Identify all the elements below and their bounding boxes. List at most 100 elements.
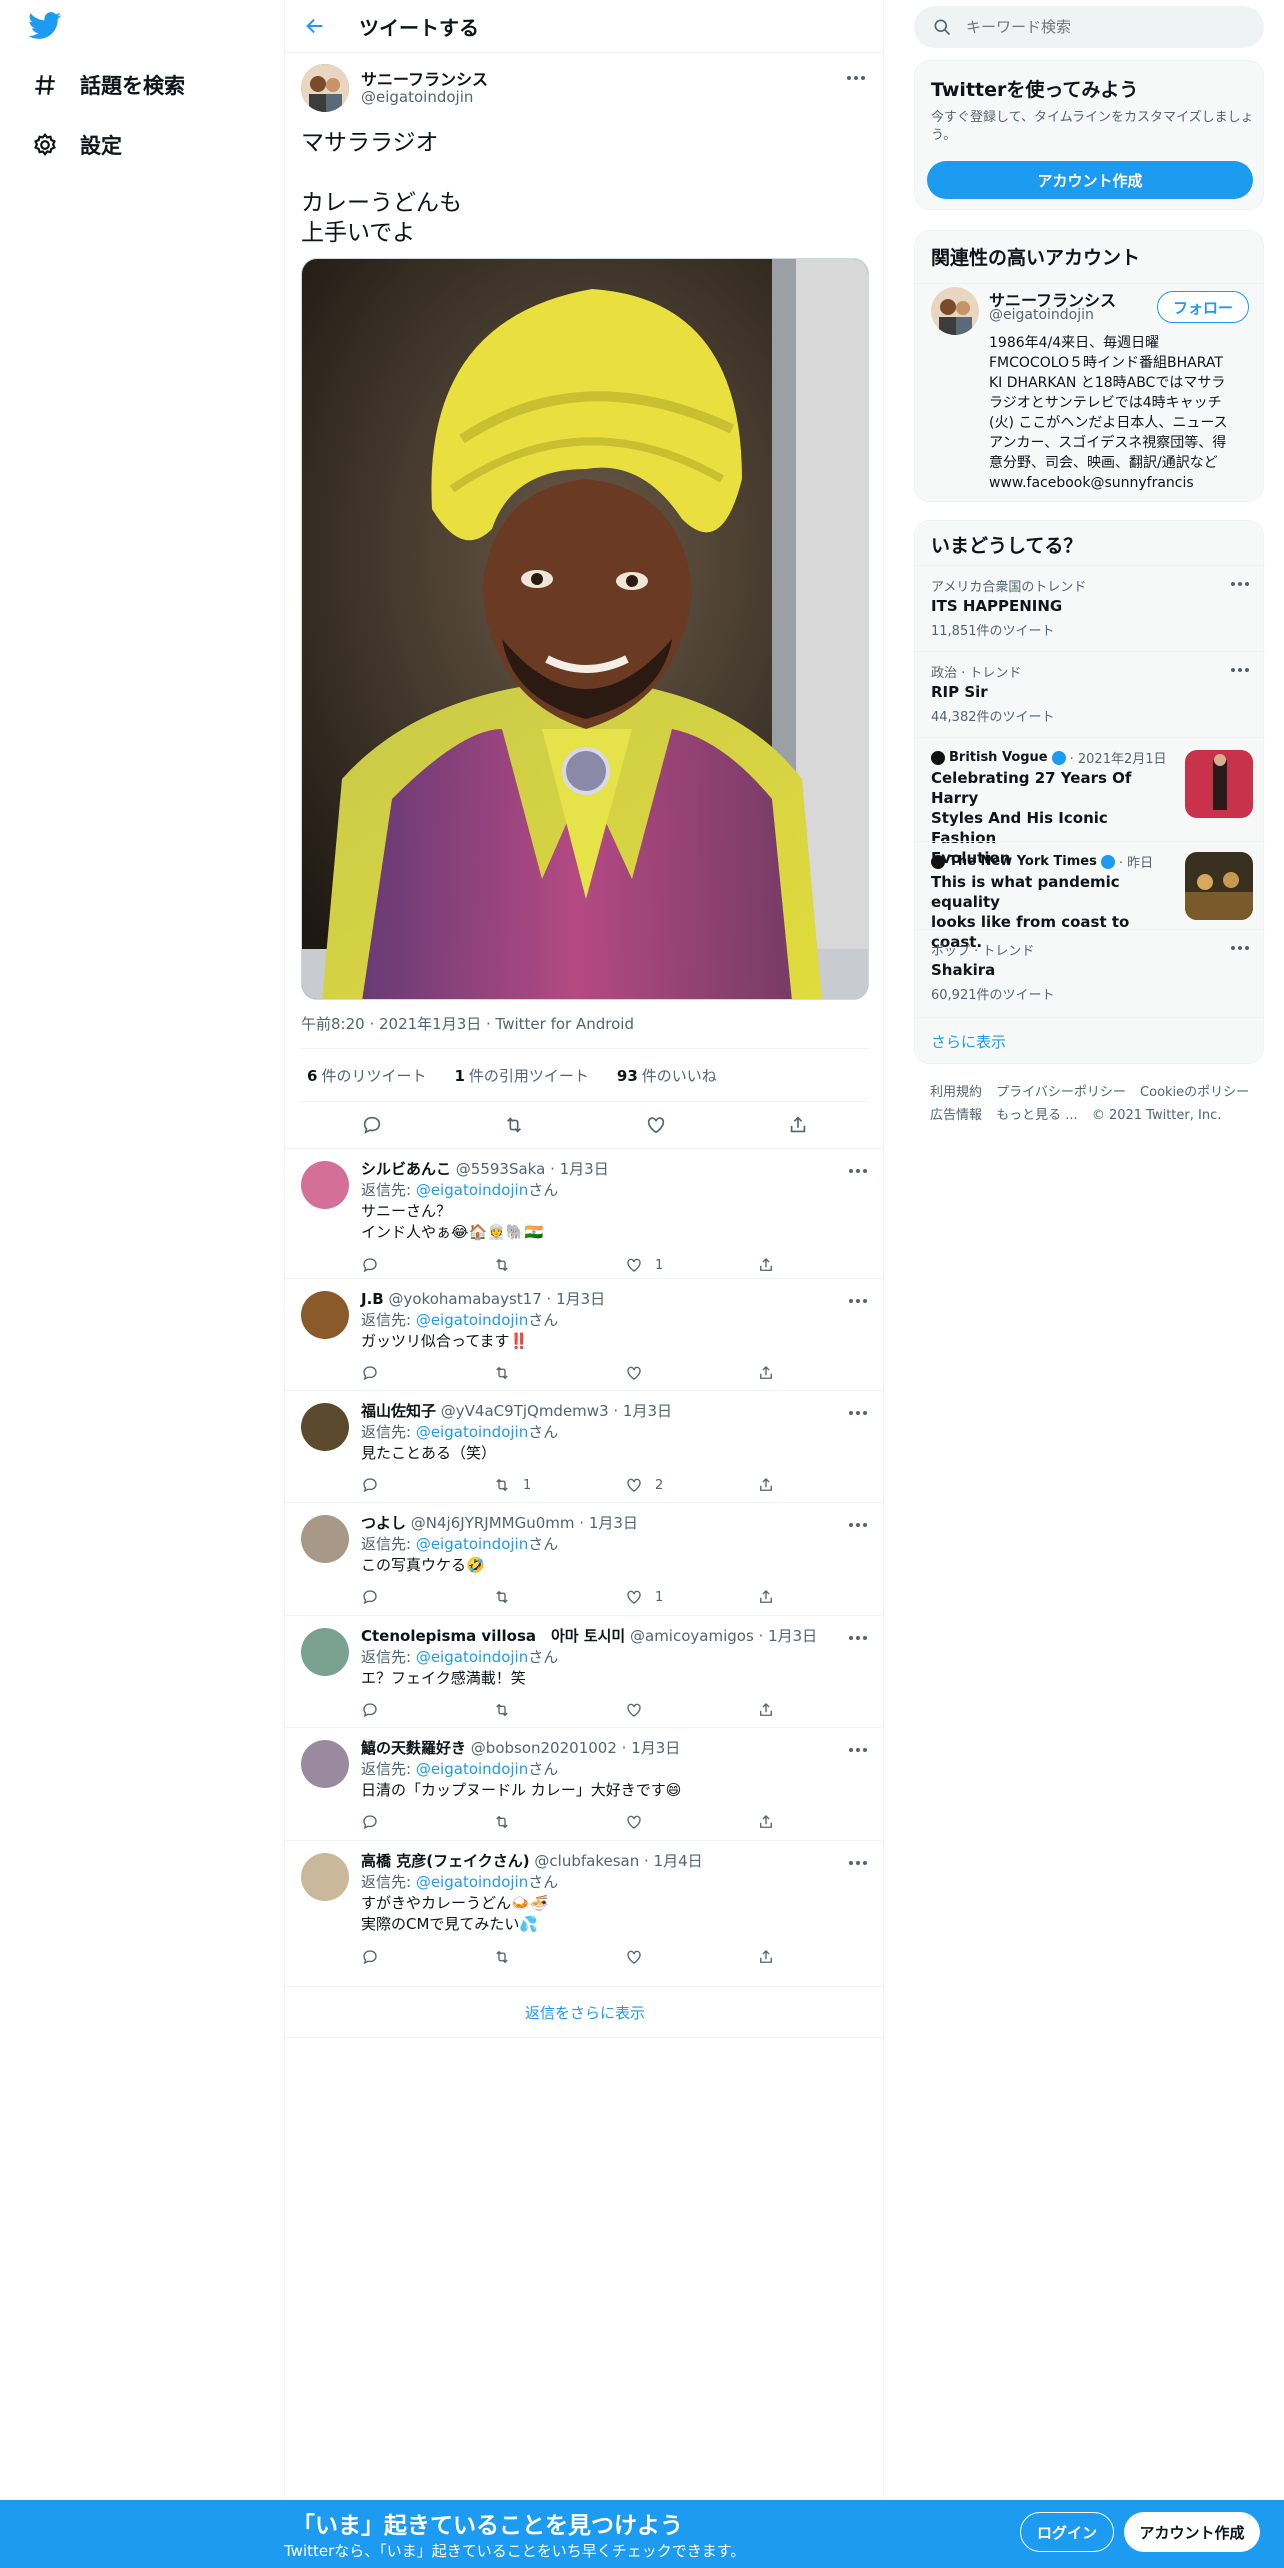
- reply-tweet[interactable]: 高橋 克彦(フェイクさん) @clubfakesan · 1月4日 返信先: @e…: [285, 1840, 885, 1986]
- reply-to-handle[interactable]: @eigatoindojin: [416, 1760, 528, 1778]
- more-options-icon[interactable]: [843, 1403, 873, 1423]
- reply-author-handle[interactable]: @amicoyamigos: [630, 1627, 754, 1645]
- share-icon[interactable]: [757, 1364, 797, 1382]
- reply-author-name[interactable]: Ctenolepisma villosa 아마 토시미: [361, 1627, 625, 1645]
- reply-icon[interactable]: [355, 1108, 389, 1142]
- like-icon[interactable]: [625, 1813, 757, 1831]
- trend-item[interactable]: 政治 · トレンド RIP Sir 44,382件のツイート: [915, 651, 1265, 737]
- reply-tweet[interactable]: シルビあんこ @5593Saka · 1月3日 返信先: @eigatoindoj…: [285, 1148, 885, 1278]
- login-button[interactable]: ログイン: [1020, 2512, 1114, 2552]
- footer-link[interactable]: もっと見る ...: [996, 1108, 1078, 1123]
- reply-icon[interactable]: [361, 1948, 493, 1966]
- trend-item[interactable]: アメリカ合衆国のトレンド ITS HAPPENING 11,851件のツイート: [915, 565, 1265, 651]
- reply-date[interactable]: · 1月4日: [644, 1852, 703, 1870]
- like-icon[interactable]: [625, 1364, 757, 1382]
- reply-icon[interactable]: [361, 1256, 493, 1274]
- retweet-icon[interactable]: [497, 1108, 531, 1142]
- reply-author-name[interactable]: つよし: [361, 1514, 406, 1532]
- reply-avatar[interactable]: [301, 1291, 349, 1339]
- reply-author-name[interactable]: 福山佐知子: [361, 1402, 436, 1420]
- retweet-icon[interactable]: [493, 1701, 625, 1719]
- reply-icon[interactable]: [361, 1588, 493, 1606]
- news-item[interactable]: The New York Times · 昨日 This is what pan…: [915, 841, 1265, 951]
- reply-author-name[interactable]: 鱚の天麩羅好き: [361, 1739, 466, 1757]
- related-avatar[interactable]: [931, 287, 979, 335]
- reply-to-handle[interactable]: @eigatoindojin: [416, 1648, 528, 1666]
- show-more-replies-link[interactable]: 返信をさらに表示: [285, 1986, 885, 2038]
- quotes-stat[interactable]: 1 件の引用ツイート: [454, 1065, 588, 1086]
- trends-show-more-link[interactable]: さらに表示: [931, 1031, 1006, 1052]
- reply-to-handle[interactable]: @eigatoindojin: [416, 1535, 528, 1553]
- follow-button[interactable]: フォロー: [1157, 291, 1249, 323]
- reply-icon[interactable]: [361, 1813, 493, 1831]
- like-icon[interactable]: [639, 1108, 673, 1142]
- like-icon[interactable]: 2: [625, 1476, 757, 1494]
- reply-avatar[interactable]: [301, 1628, 349, 1676]
- reply-date[interactable]: · 1月3日: [550, 1160, 609, 1178]
- reply-author-handle[interactable]: @clubfakesan: [534, 1852, 639, 1870]
- more-options-icon[interactable]: [841, 68, 871, 88]
- reply-tweet[interactable]: 鱚の天麩羅好き @bobson20201002 · 1月3日 返信先: @eiga…: [285, 1727, 885, 1840]
- reply-avatar[interactable]: [301, 1515, 349, 1563]
- reply-author-name[interactable]: 高橋 克彦(フェイクさん): [361, 1852, 530, 1870]
- search-bar[interactable]: [914, 6, 1264, 48]
- share-icon[interactable]: [757, 1476, 797, 1494]
- share-icon[interactable]: [757, 1701, 797, 1719]
- footer-link[interactable]: 広告情報: [930, 1108, 982, 1123]
- footer-link[interactable]: Cookieのポリシー: [1140, 1085, 1249, 1100]
- tweet-timestamp[interactable]: 午前8:20 · 2021年1月3日 · Twitter for Android: [301, 1013, 634, 1034]
- reply-author-handle[interactable]: @yV4aC9TjQmdemw3: [441, 1402, 609, 1420]
- reply-tweet[interactable]: つよし @N4j6JYRJMMGu0mm · 1月3日 返信先: @eigatoi…: [285, 1502, 885, 1615]
- like-icon[interactable]: 1: [625, 1256, 757, 1274]
- share-icon[interactable]: [757, 1256, 797, 1274]
- retweets-stat[interactable]: 6 件のリツイート: [307, 1065, 426, 1086]
- retweet-icon[interactable]: 1: [493, 1476, 625, 1494]
- reply-avatar[interactable]: [301, 1161, 349, 1209]
- more-options-icon[interactable]: [843, 1515, 873, 1535]
- reply-to-handle[interactable]: @eigatoindojin: [416, 1873, 528, 1891]
- more-options-icon[interactable]: [843, 1740, 873, 1760]
- nav-explore[interactable]: 話題を検索: [30, 65, 185, 105]
- more-options-icon[interactable]: [843, 1161, 873, 1181]
- retweet-icon[interactable]: [493, 1588, 625, 1606]
- reply-icon[interactable]: [361, 1364, 493, 1382]
- author-avatar[interactable]: [301, 64, 349, 112]
- reply-tweet[interactable]: Ctenolepisma villosa 아마 토시미 @amicoyamigo…: [285, 1615, 885, 1727]
- back-arrow-icon[interactable]: [295, 6, 335, 46]
- more-options-icon[interactable]: [843, 1291, 873, 1311]
- author-name[interactable]: サニーフランシス: [361, 66, 488, 90]
- likes-stat[interactable]: 93 件のいいね: [617, 1065, 717, 1086]
- more-options-icon[interactable]: [843, 1628, 873, 1648]
- reply-date[interactable]: · 1月3日: [622, 1739, 681, 1757]
- share-icon[interactable]: [757, 1588, 797, 1606]
- retweet-icon[interactable]: [493, 1813, 625, 1831]
- reply-avatar[interactable]: [301, 1853, 349, 1901]
- author-handle[interactable]: @eigatoindojin: [361, 88, 473, 106]
- search-input[interactable]: [966, 18, 1246, 36]
- related-handle[interactable]: @eigatoindojin: [989, 307, 1094, 323]
- more-options-icon[interactable]: [1225, 660, 1255, 680]
- reply-author-handle[interactable]: @N4j6JYRJMMGu0mm: [411, 1514, 575, 1532]
- retweet-icon[interactable]: [493, 1256, 625, 1274]
- reply-avatar[interactable]: [301, 1403, 349, 1451]
- nav-settings[interactable]: 設定: [30, 125, 122, 165]
- reply-to-handle[interactable]: @eigatoindojin: [416, 1423, 528, 1441]
- reply-author-name[interactable]: シルビあんこ: [361, 1160, 451, 1178]
- retweet-icon[interactable]: [493, 1364, 625, 1382]
- reply-tweet[interactable]: 福山佐知子 @yV4aC9TjQmdemw3 · 1月3日 返信先: @eigat…: [285, 1390, 885, 1502]
- share-icon[interactable]: [757, 1948, 797, 1966]
- reply-author-handle[interactable]: @5593Saka: [456, 1160, 546, 1178]
- like-icon[interactable]: [625, 1701, 757, 1719]
- create-account-button[interactable]: アカウント作成: [927, 161, 1253, 199]
- footer-link[interactable]: プライバシーポリシー: [996, 1085, 1126, 1100]
- reply-tweet[interactable]: J.B @yokohamabayst17 · 1月3日 返信先: @eigatoi…: [285, 1278, 885, 1390]
- like-icon[interactable]: 1: [625, 1588, 757, 1606]
- reply-to-handle[interactable]: @eigatoindojin: [416, 1181, 528, 1199]
- footer-link[interactable]: 利用規約: [930, 1085, 982, 1100]
- reply-icon[interactable]: [361, 1701, 493, 1719]
- signup-button[interactable]: アカウント作成: [1124, 2512, 1260, 2552]
- like-icon[interactable]: [625, 1948, 757, 1966]
- reply-date[interactable]: · 1月3日: [613, 1402, 672, 1420]
- news-item[interactable]: British Vogue · 2021年2月1日 Celebrating 27…: [915, 737, 1265, 867]
- reply-avatar[interactable]: [301, 1740, 349, 1788]
